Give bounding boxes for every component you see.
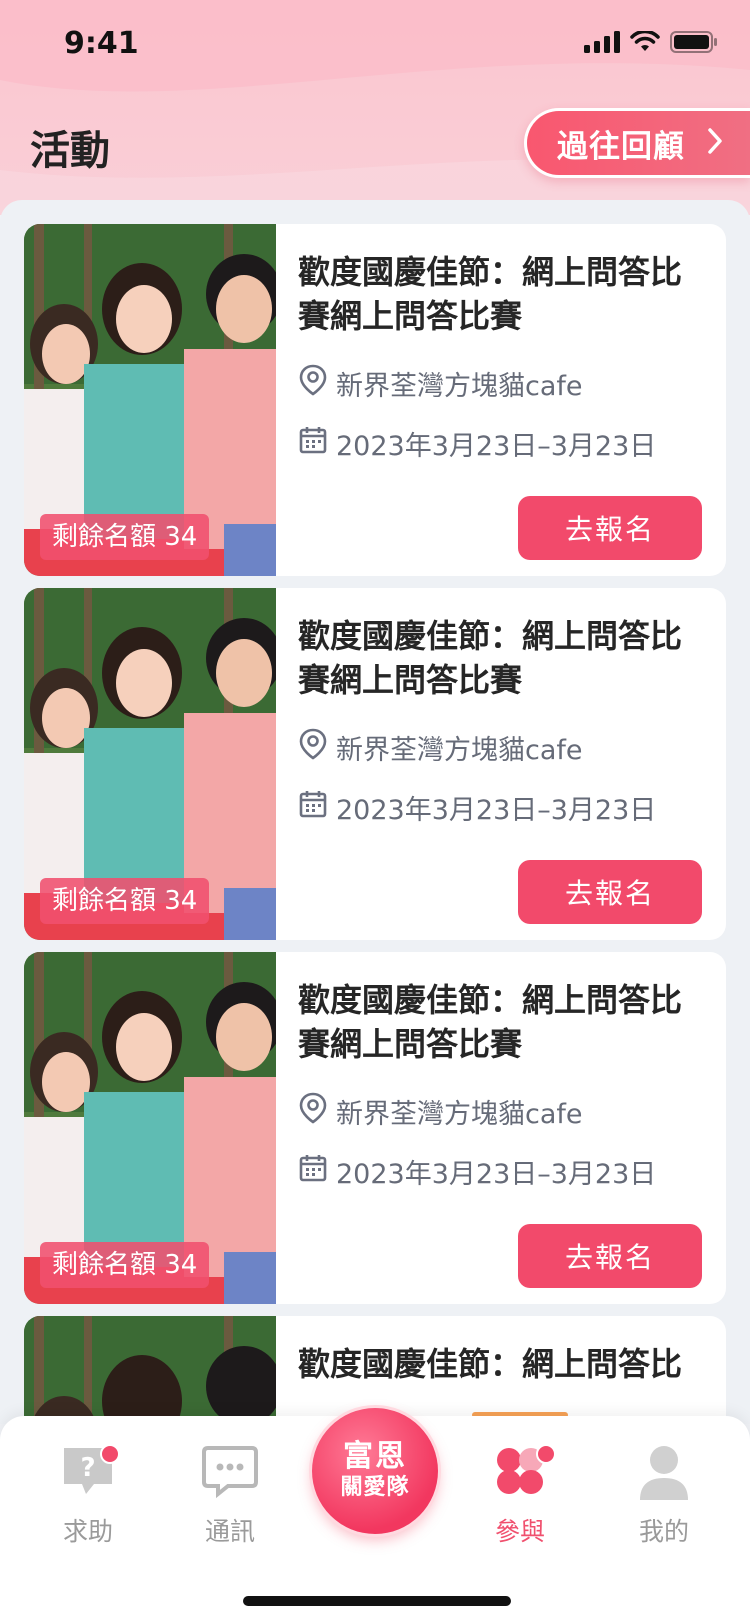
battery-icon	[670, 30, 718, 58]
care-team-center-button[interactable]: 富恩 關愛隊	[312, 1408, 438, 1534]
tab-join-label: 參與	[494, 1517, 545, 1546]
tab-help[interactable]: ? 求助	[28, 1444, 148, 1554]
tab-mine[interactable]: 我的	[604, 1444, 724, 1554]
history-review-button[interactable]: 過往回顧	[524, 108, 750, 178]
event-location-text: 新界荃灣方塊貓cafe	[336, 371, 583, 402]
event-title: 歡度國慶佳節：網上問答比賽網上問答比賽	[298, 253, 683, 335]
event-location: 新界荃灣方塊貓cafe	[298, 1092, 583, 1131]
location-pin-icon	[298, 728, 328, 767]
chat-bubble-icon	[200, 1446, 260, 1504]
location-pin-icon	[298, 364, 328, 403]
remaining-quota-badge: 剩餘名額 34	[40, 514, 210, 560]
event-photo: 剩餘名額 34	[24, 588, 276, 940]
tab-help-label: 求助	[62, 1517, 113, 1546]
event-card[interactable]: 剩餘名額 34 歡度國慶佳節：網上問答比賽網上問答比賽 新界荃灣方塊貓cafe …	[24, 588, 726, 940]
event-date-text: 2023年3月23日–3月23日	[336, 1159, 657, 1190]
wifi-icon	[630, 29, 660, 57]
calendar-icon	[298, 1153, 328, 1190]
event-photo: 剩餘名額 34	[24, 952, 276, 1304]
remaining-quota-badge: 剩餘名額 34	[40, 878, 210, 924]
event-location-text: 新界荃灣方塊貓cafe	[336, 1099, 583, 1130]
event-date: 2023年3月23日–3月23日	[298, 788, 656, 827]
signal-icon	[584, 31, 620, 57]
center-button-line2: 關愛隊	[340, 1475, 410, 1500]
event-date-text: 2023年3月23日–3月23日	[336, 795, 657, 826]
event-date: 2023年3月23日–3月23日	[298, 1152, 656, 1191]
event-location-text: 新界荃灣方塊貓cafe	[336, 735, 583, 766]
page-title: 活動	[30, 128, 110, 174]
notification-dot	[100, 1444, 120, 1464]
center-button-line1: 富恩	[343, 1439, 407, 1474]
calendar-icon	[298, 425, 328, 462]
event-list[interactable]: 剩餘名額 34 歡度國慶佳節：網上問答比賽網上問答比賽 新界荃灣方塊貓cafe …	[0, 200, 750, 1424]
event-card[interactable]: 剩餘名額 34 歡度國慶佳節：網上問答比賽網上問答比賽 新界荃灣方塊貓cafe …	[24, 224, 726, 576]
tab-messages[interactable]: 通訊	[170, 1444, 290, 1554]
status-time: 9:41	[64, 26, 139, 61]
event-date-text: 2023年3月23日–3月23日	[336, 431, 657, 462]
event-date: 2023年3月23日–3月23日	[298, 424, 656, 463]
home-indicator	[243, 1596, 511, 1606]
signup-button[interactable]: 去報名	[518, 860, 702, 924]
event-title: 歡度國慶佳節：網上問答比賽網上問答比賽	[298, 617, 683, 699]
event-photo	[24, 1316, 276, 1424]
tab-mine-label: 我的	[638, 1517, 689, 1546]
event-title: 歡度國慶佳節：網上問答比	[298, 1345, 683, 1383]
tab-join[interactable]: 參與	[460, 1444, 580, 1554]
location-pin-icon	[298, 1092, 328, 1131]
signup-button[interactable]: 去報名	[518, 496, 702, 560]
calendar-icon	[298, 789, 328, 826]
event-location: 新界荃灣方塊貓cafe	[298, 364, 583, 403]
help-icon: ?	[58, 1448, 118, 1504]
user-profile-icon	[634, 1446, 694, 1504]
chevron-right-icon	[707, 127, 723, 159]
event-title: 歡度國慶佳節：網上問答比賽網上問答比賽	[298, 981, 683, 1063]
notification-dot	[536, 1444, 556, 1464]
signup-button[interactable]: 去報名	[518, 1224, 702, 1288]
svg-text:?: ?	[80, 1453, 95, 1483]
clover-icon	[490, 1448, 550, 1504]
event-card[interactable]: 剩餘名額 34 歡度國慶佳節：網上問答比賽網上問答比賽 新界荃灣方塊貓cafe …	[24, 952, 726, 1304]
tab-messages-label: 通訊	[204, 1517, 255, 1546]
remaining-quota-badge: 剩餘名額 34	[40, 1242, 210, 1288]
status-bar: 9:41	[0, 0, 750, 92]
history-review-label: 過往回顧	[557, 128, 685, 165]
event-photo: 剩餘名額 34	[24, 224, 276, 576]
event-location: 新界荃灣方塊貓cafe	[298, 728, 583, 767]
